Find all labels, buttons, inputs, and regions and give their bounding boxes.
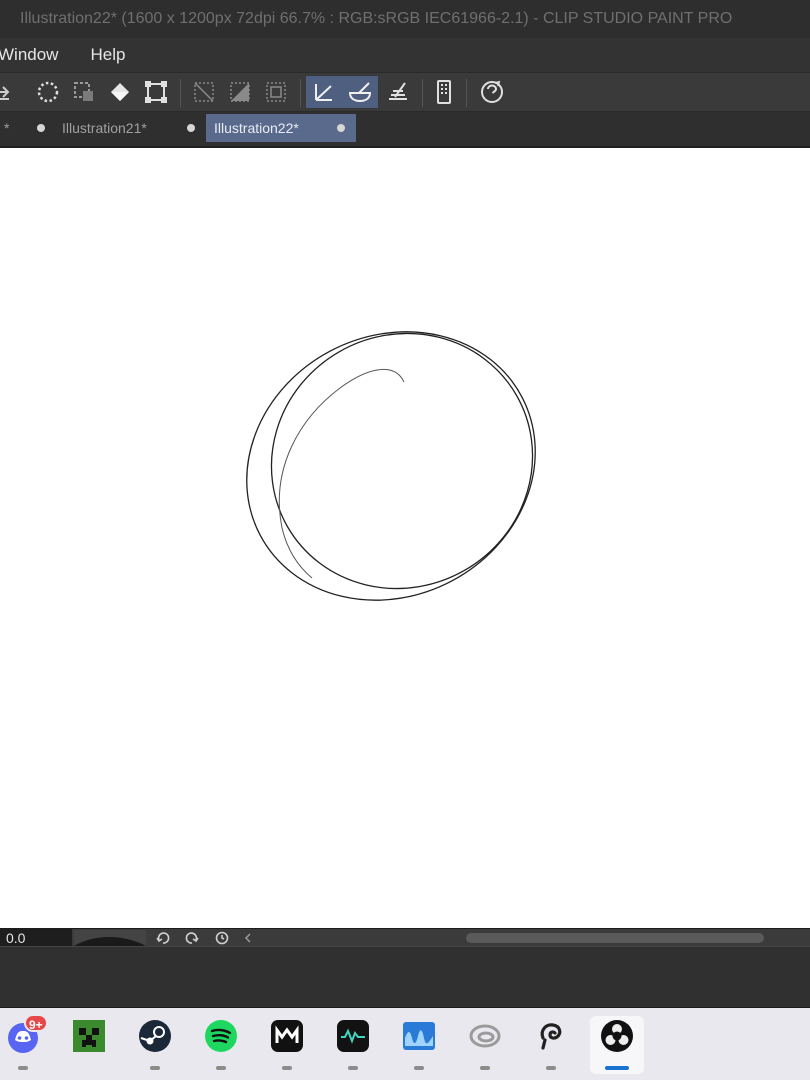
tab-illustration22[interactable]: Illustration22* <box>206 114 356 142</box>
running-indicator <box>480 1066 490 1070</box>
sketch-outer-ellipse <box>246 331 536 601</box>
clip-studio-icon <box>540 1023 562 1050</box>
invert-selection-icon[interactable] <box>224 76 256 108</box>
chevron-left-icon[interactable] <box>240 930 256 946</box>
zoom-slider[interactable] <box>74 930 146 946</box>
minecraft-icon <box>73 1020 105 1052</box>
waveform-app-icon <box>337 1020 369 1052</box>
running-indicator <box>216 1066 226 1070</box>
taskbar-app-discord[interactable]: 9+ <box>0 1014 50 1074</box>
taskbar-app-medibang[interactable] <box>260 1016 314 1074</box>
tab-previous[interactable]: * <box>0 114 52 142</box>
deselect-icon[interactable] <box>188 76 220 108</box>
navigator-bar: 0.0 <box>0 928 810 947</box>
sketch-inner-ellipse <box>270 332 534 590</box>
taskbar-app-minecraft[interactable] <box>62 1016 116 1074</box>
selection-boundary-icon[interactable] <box>68 76 100 108</box>
tab-label: Illustration21* <box>62 120 147 136</box>
title-bar: Illustration22* (1600 x 1200px 72dpi 66.… <box>0 0 810 38</box>
menu-bar: Window Help <box>0 38 810 72</box>
active-indicator <box>605 1066 629 1070</box>
running-indicator <box>150 1066 160 1070</box>
selection-border-icon[interactable] <box>260 76 292 108</box>
taskbar-app-clip-studio[interactable] <box>524 1016 578 1074</box>
transform-icon[interactable] <box>140 76 172 108</box>
selection-marquee-icon[interactable] <box>32 76 64 108</box>
drawing-canvas[interactable] <box>0 146 810 928</box>
import-icon[interactable] <box>0 76 18 108</box>
reset-rotation-icon[interactable] <box>214 930 230 946</box>
tab-label: Illustration22* <box>214 120 299 136</box>
taskbar-app-obs[interactable] <box>590 1016 644 1074</box>
taskbar: 9+ <box>0 1008 810 1080</box>
sketch-inner-curve <box>278 369 405 579</box>
snap-grid-icon[interactable] <box>382 76 414 108</box>
running-indicator <box>282 1066 292 1070</box>
toolbar-separator <box>422 79 423 107</box>
menu-help[interactable]: Help <box>90 38 141 72</box>
tab-close-icon[interactable] <box>37 124 45 132</box>
spotify-icon <box>205 1020 237 1052</box>
tab-close-icon[interactable] <box>337 124 345 132</box>
snap-ruler-icon[interactable] <box>306 76 342 108</box>
tab-label: * <box>4 120 10 136</box>
running-indicator <box>348 1066 358 1070</box>
scrollbar-thumb[interactable] <box>466 933 764 943</box>
snap-special-ruler-icon[interactable] <box>342 76 378 108</box>
zoom-value: 0.0 <box>6 930 26 946</box>
rotate-right-icon[interactable] <box>184 930 200 946</box>
app-window: Illustration22* (1600 x 1200px 72dpi 66.… <box>0 0 810 1080</box>
toolbar-separator <box>466 79 467 107</box>
bottom-panel <box>0 946 810 1008</box>
notification-badge: 9+ <box>24 1014 48 1032</box>
taskbar-app-vtube[interactable] <box>326 1016 380 1074</box>
taskbar-app-spotify[interactable] <box>194 1016 248 1074</box>
steam-icon <box>139 1020 171 1052</box>
taskbar-app-link[interactable] <box>458 1016 512 1074</box>
fill-icon[interactable] <box>104 76 136 108</box>
audio-wave-icon <box>403 1022 435 1050</box>
window-title: Illustration22* (1600 x 1200px 72dpi 66.… <box>20 10 733 27</box>
toolbar-separator <box>180 79 181 107</box>
help-icon[interactable] <box>476 76 508 108</box>
document-tabs: * Illustration21* Illustration22* <box>0 112 810 146</box>
running-indicator <box>546 1066 556 1070</box>
tab-illustration21[interactable]: Illustration21* <box>54 114 204 142</box>
command-bar <box>0 72 810 112</box>
tab-close-icon[interactable] <box>187 124 195 132</box>
canvas-sketch <box>246 331 536 601</box>
toolbar-separator <box>300 79 301 107</box>
link-icon <box>469 1024 501 1048</box>
sketch-strokes <box>246 331 536 601</box>
running-indicator <box>414 1066 424 1070</box>
device-settings-icon[interactable] <box>428 76 460 108</box>
medibang-icon <box>271 1020 303 1052</box>
taskbar-app-steam[interactable] <box>128 1016 182 1074</box>
menu-window[interactable]: Window <box>0 38 90 72</box>
running-indicator <box>18 1066 28 1070</box>
obs-icon <box>601 1020 633 1052</box>
rotate-left-icon[interactable] <box>155 930 171 946</box>
zoom-input[interactable]: 0.0 <box>0 929 72 947</box>
taskbar-app-audacity[interactable] <box>392 1016 446 1074</box>
